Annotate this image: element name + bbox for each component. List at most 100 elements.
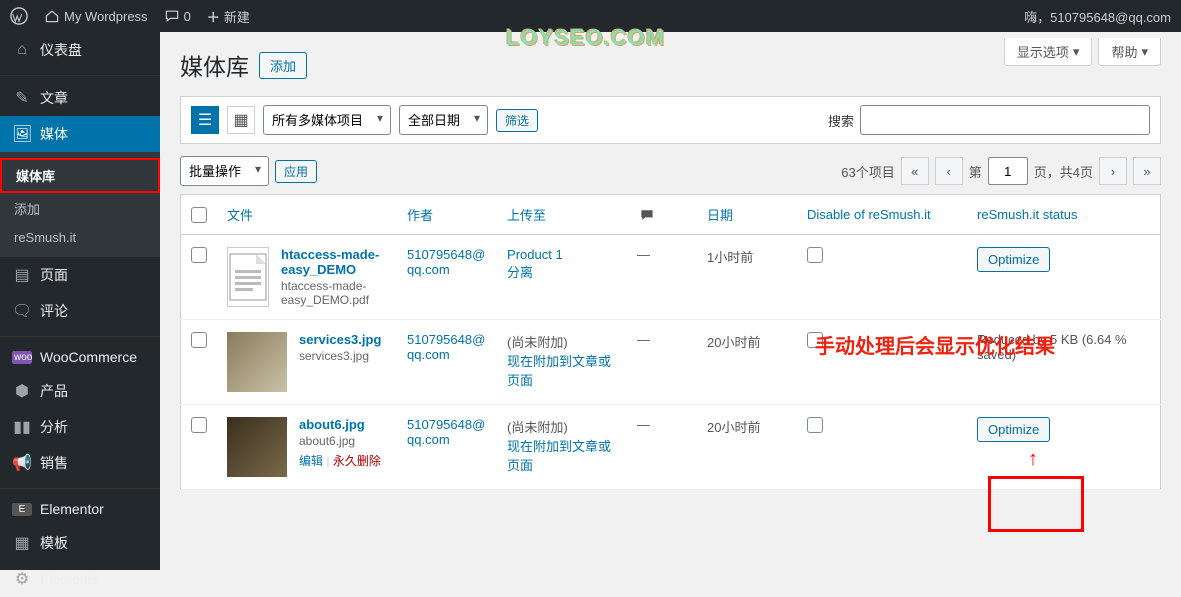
plus-icon: ＋ [207, 7, 220, 26]
megaphone-icon: 📢 [12, 453, 32, 473]
edit-link[interactable]: 编辑 [299, 454, 323, 468]
delete-link[interactable]: 永久删除 [333, 454, 381, 468]
page-number-input[interactable] [988, 157, 1028, 185]
page-title: 媒体库 [180, 48, 249, 82]
new-link[interactable]: ＋ 新建 [207, 7, 250, 26]
media-toolbar: ☰ ▦ 所有多媒体项目 全部日期 筛选 搜索 [180, 96, 1161, 144]
sidebar-item-comments[interactable]: 🗨评论 [0, 293, 160, 329]
search-input[interactable] [860, 105, 1150, 135]
sidebar-item-elementor[interactable]: EElementor [0, 493, 160, 525]
col-uploaded[interactable]: 上传至 [507, 208, 546, 223]
file-name: about6.jpg [299, 434, 381, 448]
bar-chart-icon: ▮▮ [12, 417, 32, 437]
upload-unattached: (尚未附加) [507, 420, 568, 435]
annotation-arrow-icon: ↑ [1028, 448, 1038, 471]
file-title-link[interactable]: htaccess-made-easy_DEMO [281, 247, 387, 277]
row-checkbox[interactable] [191, 332, 207, 348]
sidebar-item-media[interactable]: 🖼媒体 [0, 116, 160, 152]
file-doc-icon [227, 247, 269, 307]
file-image-thumb [227, 417, 287, 477]
pin-icon: ✎ [12, 88, 32, 108]
attach-link[interactable]: 现在附加到文章或页面 [507, 439, 611, 473]
row-actions: 编辑 | 永久删除 [299, 452, 381, 469]
content-area: 显示选项▾ 帮助▾ 媒体库 添加 ☰ ▦ 所有多媒体项目 全部日期 筛选 搜索 … [160, 32, 1181, 570]
sidebar-item-woocommerce[interactable]: wooWooCommerce [0, 341, 160, 373]
sidebar-item-templates[interactable]: ▦模板 [0, 525, 160, 561]
view-list-button[interactable]: ☰ [191, 106, 219, 134]
sidebar-sub-add[interactable]: 添加 [0, 193, 160, 224]
add-new-button[interactable]: 添加 [259, 52, 307, 79]
box-icon: ⬢ [12, 381, 32, 401]
col-status: reSmush.it status [977, 207, 1077, 222]
filter-button[interactable]: 筛选 [496, 109, 538, 132]
page-icon: ▤ [12, 265, 32, 285]
screen-options-button[interactable]: 显示选项▾ [1004, 38, 1093, 66]
comments-cell: — [637, 332, 650, 347]
sidebar-item-sales[interactable]: 📢销售 [0, 445, 160, 481]
table-row: about6.jpg about6.jpg 编辑 | 永久删除 510795648@q… [181, 405, 1161, 490]
page-next-button[interactable]: › [1099, 157, 1127, 185]
col-file[interactable]: 文件 [227, 208, 253, 223]
sidebar-item-dashboard[interactable]: ⌂仪表盘 [0, 32, 160, 68]
col-date[interactable]: 日期 [707, 208, 733, 223]
sidebar-sub-library[interactable]: 媒体库 [0, 158, 160, 193]
admin-top-bar: My Wordpress 0 ＋ 新建 嗨，510795648@qq.com [0, 0, 1181, 32]
sidebar-media-submenu: 媒体库 添加 reSmush.it [0, 152, 160, 257]
sidebar-item-analytics[interactable]: ▮▮分析 [0, 409, 160, 445]
new-label: 新建 [224, 7, 250, 26]
chevron-down-icon: ▾ [1073, 44, 1080, 60]
disable-resmush-checkbox[interactable] [807, 247, 823, 263]
account-label: 嗨，510795648@qq.com [1024, 7, 1171, 26]
filter-type-select[interactable]: 所有多媒体项目 [263, 105, 391, 135]
admin-sidebar: ⌂仪表盘 ✎文章 🖼媒体 媒体库 添加 reSmush.it ▤页面 🗨评论 w… [0, 32, 160, 570]
detach-link[interactable]: 分离 [507, 265, 533, 280]
page-first-button[interactable]: « [901, 157, 929, 185]
comment-column-icon [637, 207, 657, 223]
file-name: services3.jpg [299, 349, 381, 363]
select-all-checkbox[interactable] [191, 207, 207, 223]
item-count: 63个项目 [841, 162, 894, 181]
author-link[interactable]: 510795648@qq.com [407, 417, 485, 447]
disable-resmush-checkbox[interactable] [807, 417, 823, 433]
comments-cell: — [637, 247, 650, 262]
page-prev-button[interactable]: ‹ [935, 157, 963, 185]
account-link[interactable]: 嗨，510795648@qq.com [1024, 7, 1171, 26]
woo-icon: woo [12, 351, 32, 364]
chevron-down-icon: ▾ [1141, 44, 1148, 60]
page-last-button[interactable]: » [1133, 157, 1161, 185]
optimize-button[interactable]: Optimize [977, 417, 1050, 442]
wp-logo[interactable] [10, 7, 28, 25]
author-link[interactable]: 510795648@qq.com [407, 332, 485, 362]
bulk-action-select[interactable]: 批量操作 [180, 156, 269, 186]
bulk-apply-button[interactable]: 应用 [275, 160, 317, 183]
site-title-link[interactable]: My Wordpress [44, 8, 148, 24]
author-link[interactable]: 510795648@qq.com [407, 247, 485, 277]
attach-link[interactable]: 现在附加到文章或页面 [507, 354, 611, 388]
row-checkbox[interactable] [191, 247, 207, 263]
comment-icon [164, 8, 180, 24]
comment-icon: 🗨 [12, 301, 32, 321]
row-checkbox[interactable] [191, 417, 207, 433]
optimize-button[interactable]: Optimize [977, 247, 1050, 272]
file-title-link[interactable]: services3.jpg [299, 332, 381, 347]
sidebar-item-posts[interactable]: ✎文章 [0, 80, 160, 116]
sidebar-item-products[interactable]: ⬢产品 [0, 373, 160, 409]
layers-icon: ▦ [12, 533, 32, 553]
view-grid-button[interactable]: ▦ [227, 106, 255, 134]
home-icon [44, 8, 60, 24]
sidebar-item-pages[interactable]: ▤页面 [0, 257, 160, 293]
file-title-link[interactable]: about6.jpg [299, 417, 365, 432]
sidebar-sub-resmush[interactable]: reSmush.it [0, 224, 160, 251]
filter-date-select[interactable]: 全部日期 [399, 105, 488, 135]
file-image-thumb [227, 332, 287, 392]
date-cell: 20小时前 [707, 420, 760, 435]
comments-link[interactable]: 0 [164, 8, 191, 24]
date-cell: 1小时前 [707, 250, 753, 265]
upload-target-link[interactable]: Product 1 [507, 247, 563, 262]
help-button[interactable]: 帮助▾ [1098, 38, 1161, 66]
sidebar-item-elements[interactable]: ⚙Elements [0, 561, 160, 597]
gear-icon: ⚙ [12, 569, 32, 589]
col-author[interactable]: 作者 [407, 208, 433, 223]
comments-cell: — [637, 417, 650, 432]
wordpress-icon [10, 7, 28, 25]
